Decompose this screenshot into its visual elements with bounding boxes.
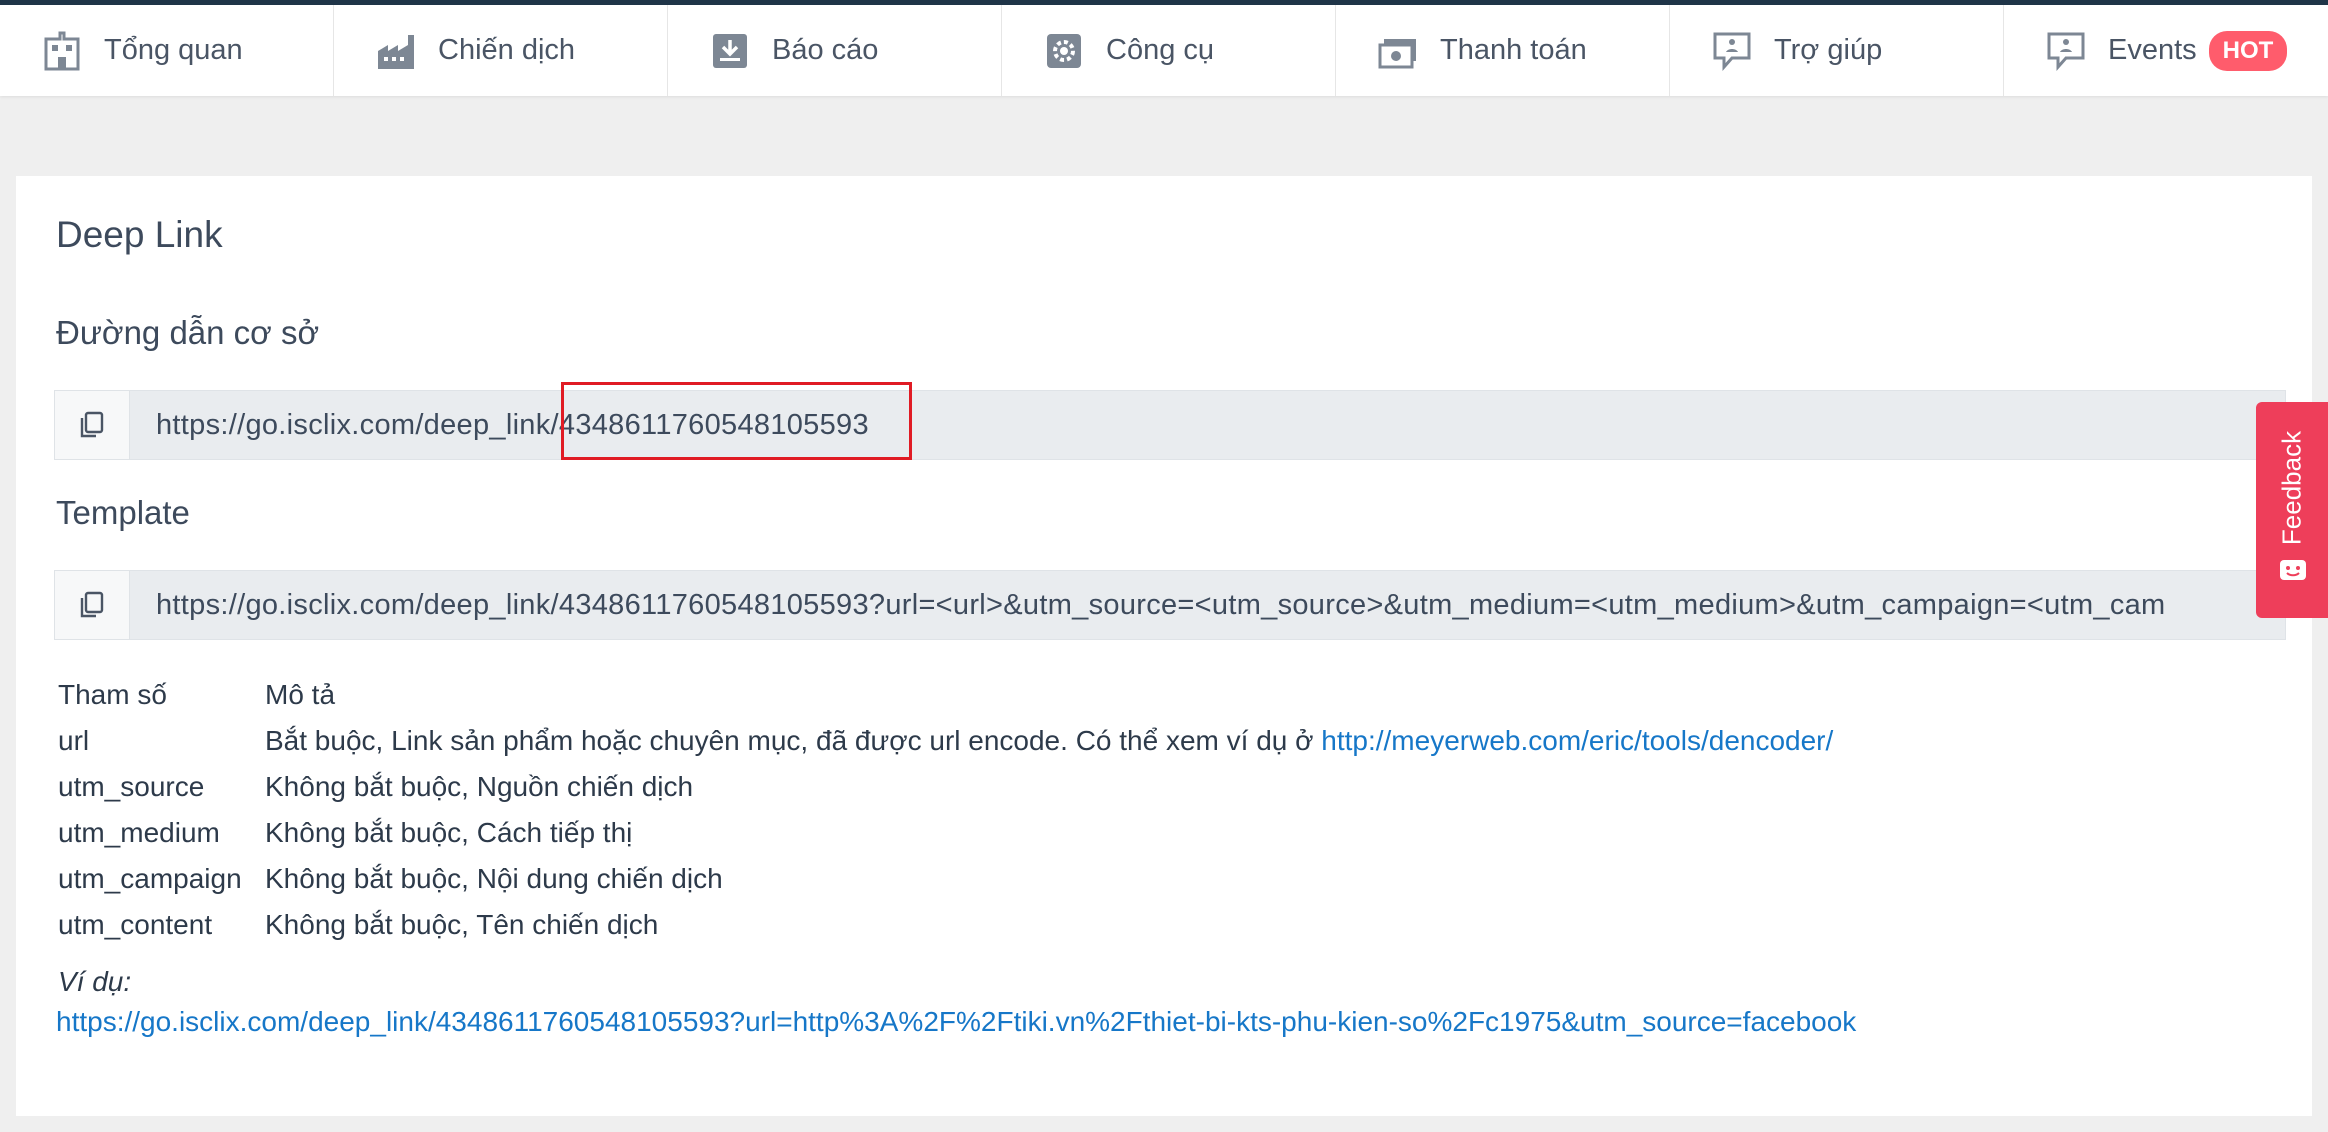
nav-item-help[interactable]: Trợ giúp <box>1670 5 2004 96</box>
table-row: utm_content Không bắt buộc, Tên chiến dị… <box>58 902 1833 948</box>
feedback-label: Feedback <box>2276 430 2307 546</box>
smiley-chat-icon <box>2280 560 2306 580</box>
nav-label-overview: Tổng quan <box>104 34 243 66</box>
param-name: utm_source <box>58 771 205 802</box>
nav-label-reports: Báo cáo <box>772 34 879 66</box>
gear-icon <box>1044 31 1084 71</box>
feedback-tab[interactable]: Feedback <box>2256 402 2328 618</box>
nav-label-tools: Công cụ <box>1106 34 1215 66</box>
example-link[interactable]: https://go.isclix.com/deep_link/43486117… <box>56 1006 1856 1038</box>
params-table: Tham số Mô tả url Bắt buộc, Link sản phẩ… <box>58 672 1833 948</box>
hot-badge: HOT <box>2208 30 2288 71</box>
template-url-field[interactable]: https://go.isclix.com/deep_link/43486117… <box>54 570 2286 640</box>
table-row: utm_campaign Không bắt buộc, Nội dung ch… <box>58 856 1833 902</box>
copy-template-url-button[interactable] <box>55 571 130 639</box>
base-url-label: Đường dẫn cơ sở <box>56 314 320 351</box>
copy-icon <box>80 411 104 438</box>
base-url-field[interactable]: https://go.isclix.com/deep_link/43486117… <box>54 390 2286 460</box>
download-report-icon <box>710 31 750 71</box>
table-row: url Bắt buộc, Link sản phẩm hoặc chuyên … <box>58 718 1833 764</box>
base-url-text[interactable]: https://go.isclix.com/deep_link/43486117… <box>130 409 869 442</box>
param-desc: Bắt buộc, Link sản phẩm hoặc chuyên mục,… <box>265 725 1833 757</box>
param-desc: Không bắt buộc, Cách tiếp thị <box>265 817 633 848</box>
template-url-text[interactable]: https://go.isclix.com/deep_link/43486117… <box>130 589 2166 622</box>
params-header-name: Tham số <box>58 679 167 710</box>
factory-icon <box>376 31 416 71</box>
events-chat-icon <box>2046 31 2086 71</box>
param-desc-text: Bắt buộc, Link sản phẩm hoặc chuyên mục,… <box>265 725 1322 756</box>
nav-item-payment[interactable]: Thanh toán <box>1336 5 1670 96</box>
table-row: utm_medium Không bắt buộc, Cách tiếp thị <box>58 810 1833 856</box>
param-desc: Không bắt buộc, Nguồn chiến dịch <box>265 771 694 802</box>
deep-link-card: Deep Link Đường dẫn cơ sở https://go.isc… <box>16 176 2312 1116</box>
nav-item-events[interactable]: Events HOT <box>2004 5 2328 96</box>
nav-label-help: Trợ giúp <box>1774 34 1883 66</box>
param-name: utm_content <box>58 909 213 940</box>
encoder-link[interactable]: http://meyerweb.com/eric/tools/dencoder/ <box>1321 725 1833 756</box>
copy-icon <box>80 591 104 618</box>
params-header-desc: Mô tả <box>265 679 336 710</box>
params-header-row: Tham số Mô tả <box>58 672 1833 718</box>
money-icon <box>1378 31 1418 71</box>
page-title: Deep Link <box>56 214 223 255</box>
param-name: utm_campaign <box>58 863 242 894</box>
building-icon <box>42 31 82 71</box>
top-navigation-bar: Tổng quan Chiến dịch Báo cáo Công cụ Tha… <box>0 0 2328 96</box>
param-name: url <box>58 725 90 756</box>
param-desc: Không bắt buộc, Tên chiến dịch <box>265 909 659 940</box>
param-desc: Không bắt buộc, Nội dung chiến dịch <box>265 863 723 894</box>
copy-base-url-button[interactable] <box>55 391 130 459</box>
example-label: Ví dụ: <box>58 966 132 997</box>
template-label: Template <box>56 494 190 531</box>
nav-item-campaigns[interactable]: Chiến dịch <box>334 5 668 96</box>
nav-item-reports[interactable]: Báo cáo <box>668 5 1002 96</box>
param-name: utm_medium <box>58 817 220 848</box>
nav-item-tools[interactable]: Công cụ <box>1002 5 1336 96</box>
nav-label-campaigns: Chiến dịch <box>438 34 576 66</box>
help-chat-icon <box>1712 31 1752 71</box>
nav-item-overview[interactable]: Tổng quan <box>0 5 334 96</box>
nav-label-payment: Thanh toán <box>1440 34 1587 66</box>
table-row: utm_source Không bắt buộc, Nguồn chiến d… <box>58 764 1833 810</box>
nav-label-events: Events <box>2108 34 2197 66</box>
